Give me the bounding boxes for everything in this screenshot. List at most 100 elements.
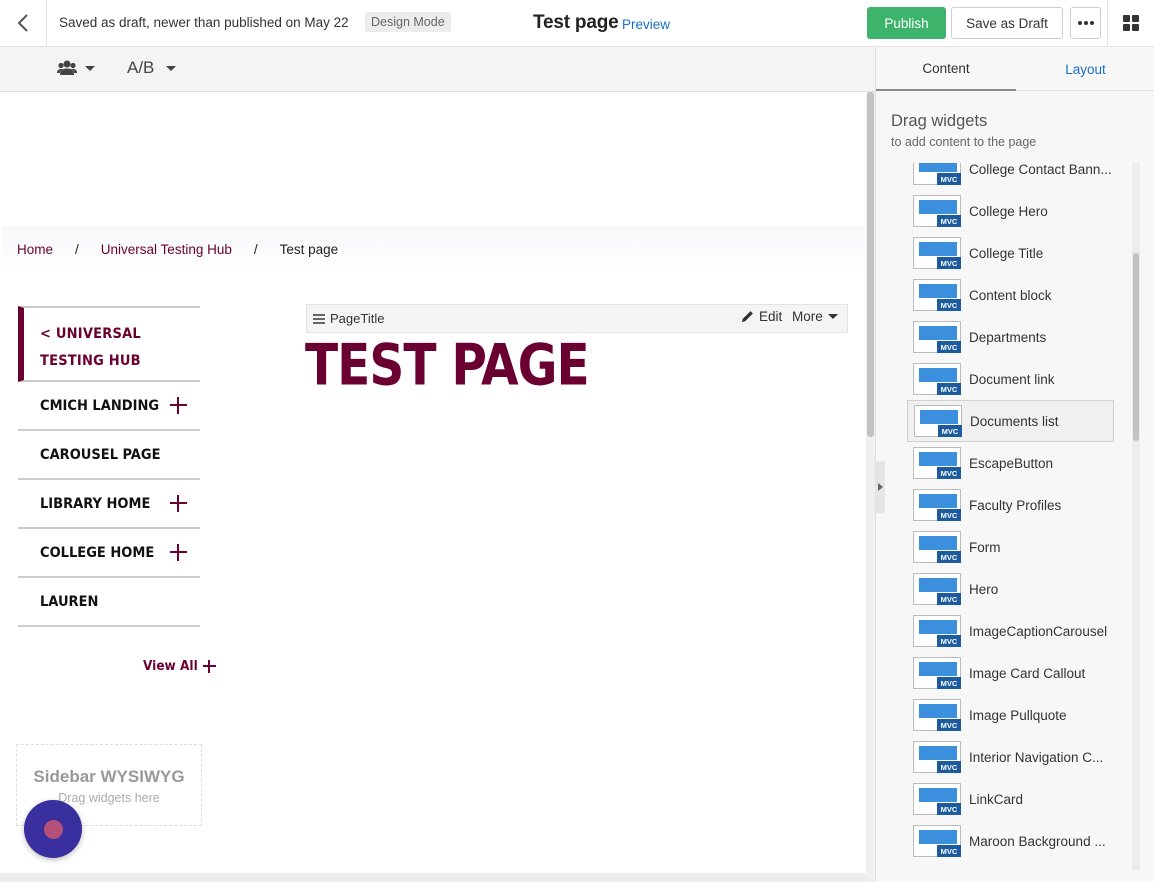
nav-item-college-home[interactable]: COLLEGE HOME: [18, 529, 200, 578]
nav-item-carousel-page[interactable]: CAROUSEL PAGE: [18, 431, 200, 480]
breadcrumb-home[interactable]: Home: [17, 242, 53, 257]
scrollbar-thumb[interactable]: [867, 92, 874, 437]
widget-thumbnail-icon: MVC: [913, 363, 961, 395]
mvc-badge: MVC: [937, 215, 961, 227]
preview-link[interactable]: Preview: [622, 17, 670, 32]
mvc-badge: MVC: [937, 551, 961, 563]
widget-list-item[interactable]: MVC College Hero: [907, 190, 1112, 232]
mvc-badge: MVC: [937, 173, 961, 185]
widget-list-item[interactable]: MVC Departments: [907, 316, 1112, 358]
widget-list-item[interactable]: MVC Form: [907, 526, 1112, 568]
widget-list-item[interactable]: MVC College Title: [907, 232, 1112, 274]
widget-edit-button[interactable]: Edit: [741, 309, 782, 324]
pencil-icon: [742, 311, 753, 322]
nav-parent-link[interactable]: < UNIVERSAL TESTING HUB: [18, 306, 200, 382]
widget-label: College Contact Bann...: [969, 163, 1112, 177]
nav-item-lauren[interactable]: LAUREN: [18, 578, 200, 627]
breadcrumb-separator: /: [75, 242, 79, 257]
widget-thumbnail-icon: MVC: [913, 279, 961, 311]
draft-status-text: Saved as draft, newer than published on …: [59, 15, 349, 30]
mvc-badge: MVC: [937, 467, 961, 479]
panel-scrollbar[interactable]: [1132, 163, 1140, 871]
nav-item-cmich-landing[interactable]: CMICH LANDING: [18, 382, 200, 431]
widget-list-item[interactable]: MVC College Contact Bann...: [907, 163, 1112, 190]
back-button[interactable]: [0, 0, 47, 46]
widget-toolbar[interactable]: PageTitle Edit More: [306, 304, 848, 333]
widget-list-item[interactable]: MVC Image Pullquote: [907, 694, 1112, 736]
widget-name: PageTitle: [330, 311, 385, 326]
widget-label: ImageCaptionCarousel: [969, 623, 1108, 639]
nav-item-label: CAROUSEL PAGE: [40, 446, 161, 463]
canvas-vertical-scrollbar[interactable]: [866, 92, 875, 882]
ellipsis-icon: [1077, 21, 1094, 25]
widget-list-item[interactable]: MVC Interior Navigation C...: [907, 736, 1112, 778]
mvc-badge: MVC: [938, 425, 962, 437]
persona-dropdown[interactable]: [57, 60, 95, 76]
widget-list-item[interactable]: MVC Content block: [907, 274, 1112, 316]
widget-label: EscapeButton: [969, 455, 1054, 471]
publish-button[interactable]: Publish: [867, 7, 946, 39]
widget-list-item[interactable]: MVC Document link: [907, 358, 1112, 400]
ab-test-dropdown[interactable]: A/B: [127, 58, 177, 78]
scrollbar-thumb[interactable]: [1133, 253, 1139, 441]
users-icon: [57, 60, 77, 75]
panel-title: Drag widgets: [891, 112, 988, 130]
breadcrumb: Home / Universal Testing Hub / Test page: [17, 242, 338, 257]
mvc-badge: MVC: [937, 383, 961, 395]
plus-icon[interactable]: [170, 544, 187, 561]
widget-list-item[interactable]: MVC Hero: [907, 568, 1112, 610]
widget-label: Image Card Callout: [969, 665, 1086, 681]
widget-thumbnail-icon: MVC: [913, 321, 961, 353]
page-heading: TEST PAGE: [305, 332, 590, 399]
canvas-horizontal-scrollbar[interactable]: [0, 873, 866, 882]
grid-icon: [1123, 15, 1139, 31]
tab-layout[interactable]: Layout: [1016, 47, 1154, 91]
widget-thumbnail-icon: MVC: [913, 531, 961, 563]
widget-list-item[interactable]: MVC LinkCard: [907, 778, 1112, 820]
panel-collapse-handle[interactable]: [876, 461, 885, 513]
save-as-draft-button[interactable]: Save as Draft: [951, 7, 1063, 39]
mvc-badge: MVC: [937, 341, 961, 353]
widget-list-item[interactable]: MVC Faculty Profiles: [907, 484, 1112, 526]
widget-label: Maroon Background ...: [969, 833, 1106, 849]
more-actions-button[interactable]: [1070, 7, 1101, 39]
plus-icon: [202, 659, 216, 673]
widget-label: College Title: [969, 245, 1044, 261]
widget-list-item[interactable]: MVC Maroon Background ...: [907, 820, 1112, 862]
nav-item-label: LIBRARY HOME: [40, 495, 151, 512]
widget-thumbnail-icon: MVC: [913, 195, 961, 227]
nav-item-library-home[interactable]: LIBRARY HOME: [18, 480, 200, 529]
page-title: Test page: [533, 12, 619, 33]
plus-icon[interactable]: [170, 397, 187, 414]
tab-content[interactable]: Content: [876, 47, 1016, 91]
widget-thumbnail-icon: MVC: [913, 657, 961, 689]
widget-list-item[interactable]: MVC ImageCaptionCarousel: [907, 610, 1112, 652]
more-label: More: [792, 309, 823, 324]
apps-button[interactable]: [1107, 0, 1154, 46]
widgets-panel: Content Layout Drag widgets to add conte…: [875, 47, 1154, 882]
drag-handle-icon[interactable]: [313, 314, 325, 326]
nav-item-label: LAUREN: [40, 593, 99, 610]
chat-launcher-button[interactable]: [24, 800, 82, 858]
chevron-left-icon: [17, 14, 28, 32]
design-mode-badge: Design Mode: [365, 12, 451, 32]
side-navigation: < UNIVERSAL TESTING HUB CMICH LANDING CA…: [18, 306, 200, 627]
view-all-link[interactable]: View All: [143, 658, 216, 674]
mvc-badge: MVC: [937, 635, 961, 647]
widget-more-button[interactable]: More: [792, 309, 838, 324]
plus-icon[interactable]: [170, 495, 187, 512]
chevron-down-icon: [827, 314, 838, 319]
widget-list-item[interactable]: MVC Documents list: [907, 400, 1114, 442]
widget-thumbnail-icon: MVC: [913, 447, 961, 479]
breadcrumb-hub[interactable]: Universal Testing Hub: [101, 242, 232, 257]
page-canvas: Home / Universal Testing Hub / Test page…: [0, 92, 866, 882]
widget-thumbnail-icon: MVC: [913, 489, 961, 521]
widget-list-item[interactable]: MVC Image Card Callout: [907, 652, 1112, 694]
breadcrumb-current: Test page: [279, 242, 339, 257]
widget-list: MVC College Contact Bann... MVC College Her…: [907, 163, 1117, 871]
mvc-badge: MVC: [937, 299, 961, 311]
widget-list-item[interactable]: MVC EscapeButton: [907, 442, 1112, 484]
panel-subtitle: to add content to the page: [891, 135, 1037, 149]
mvc-badge: MVC: [937, 593, 961, 605]
widget-label: Hero: [969, 581, 999, 597]
